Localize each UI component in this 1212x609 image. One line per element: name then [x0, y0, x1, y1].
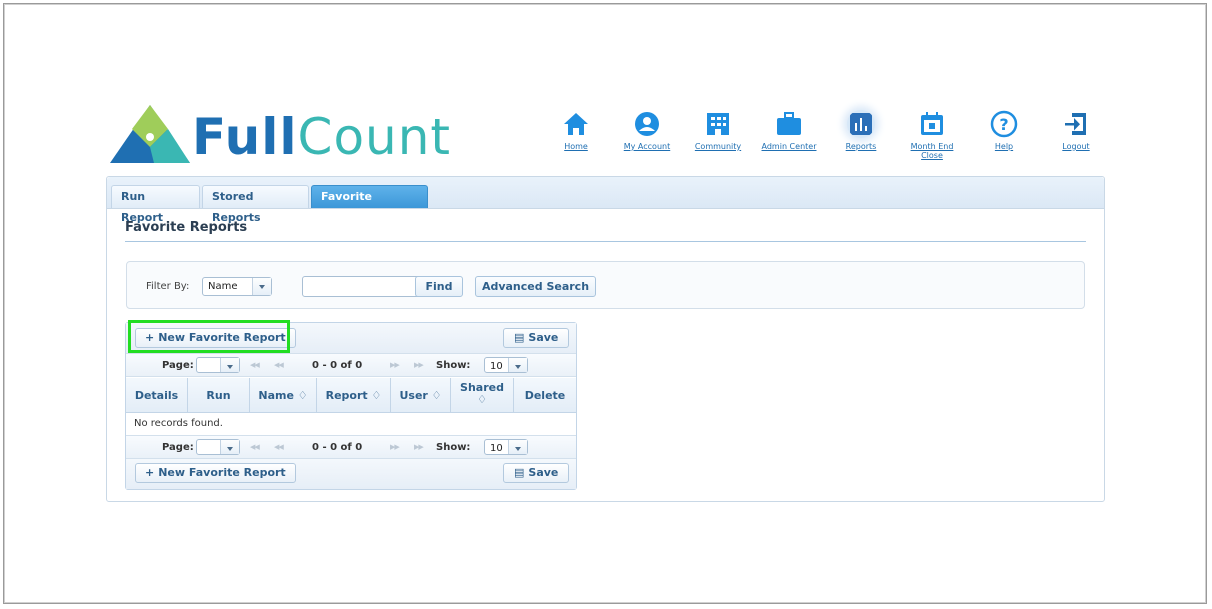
question-icon: ?	[990, 110, 1018, 138]
col-user[interactable]: User ♢	[391, 378, 451, 413]
logo-house-icon	[110, 105, 190, 163]
advanced-search-button[interactable]: Advanced Search	[475, 276, 596, 297]
building-icon	[707, 113, 729, 135]
nav-reports[interactable]: Reports	[843, 110, 879, 151]
tab-favorite-reports[interactable]: Favorite Reports	[311, 185, 428, 224]
grid-pager-top: Page: ◀◀ ◀◀ 0 - 0 of 0 ▶▶ ▶▶ Show: 10	[126, 353, 576, 377]
last-page-icon[interactable]: ▶▶	[414, 443, 424, 451]
svg-text:?: ?	[999, 115, 1008, 134]
filter-bar: Filter By: Name Find Advanced Search	[126, 261, 1085, 309]
nav-community[interactable]: Community	[694, 110, 742, 151]
page-title: Favorite Reports	[125, 220, 248, 235]
new-favorite-report-button[interactable]: + New Favorite Report	[135, 328, 296, 348]
col-shared[interactable]: Shared ♢	[451, 378, 514, 413]
show-label: Show:	[436, 360, 471, 371]
nav-home[interactable]: Home	[562, 110, 590, 151]
chevron-down-icon	[508, 440, 527, 454]
show-label: Show:	[436, 442, 471, 453]
home-icon	[564, 113, 588, 135]
chevron-down-icon	[252, 278, 271, 295]
tab-stored-reports[interactable]: Stored Reports	[202, 185, 309, 224]
filter-input[interactable]	[302, 276, 424, 297]
tab-bar: Run Report Stored Reports Favorite Repor…	[107, 177, 1104, 224]
filter-label: Filter By:	[146, 281, 190, 292]
chevron-down-icon	[220, 440, 239, 454]
page-label: Page:	[162, 442, 194, 453]
next-page-icon[interactable]: ▶▶	[390, 361, 400, 369]
first-page-icon[interactable]: ◀◀	[250, 361, 260, 369]
user-circle-icon	[635, 112, 659, 136]
pager-info: 0 - 0 of 0	[312, 360, 363, 371]
reports-panel: Run Report Stored Reports Favorite Repor…	[106, 176, 1105, 502]
col-run[interactable]: Run	[188, 378, 250, 413]
logout-icon	[1065, 113, 1086, 135]
favorite-reports-grid: + New Favorite Report ▤ Save Page: ◀◀ ◀◀ 0…	[125, 322, 577, 490]
empty-message: No records found.	[134, 418, 223, 429]
next-page-icon[interactable]: ▶▶	[390, 443, 400, 451]
new-favorite-report-button-bottom[interactable]: + New Favorite Report	[135, 463, 296, 483]
fullcount-logo[interactable]: FullCount	[110, 103, 450, 167]
calendar-icon	[921, 112, 943, 135]
find-button[interactable]: Find	[415, 276, 463, 297]
page-label: Page:	[162, 360, 194, 371]
first-page-icon[interactable]: ◀◀	[250, 443, 260, 451]
nav-admin-center[interactable]: Admin Center	[760, 110, 818, 151]
page-size-select[interactable]: 10	[484, 439, 528, 455]
col-report[interactable]: Report ♢	[317, 378, 391, 413]
bar-chart-icon	[847, 110, 875, 138]
save-button[interactable]: ▤ Save	[503, 328, 570, 348]
page-select[interactable]	[196, 357, 240, 373]
filter-by-select[interactable]: Name	[202, 277, 272, 296]
nav-help[interactable]: ? Help	[990, 110, 1018, 151]
prev-page-icon[interactable]: ◀◀	[274, 361, 284, 369]
floppy-disk-icon: ▤	[514, 331, 525, 344]
page-select[interactable]	[196, 439, 240, 455]
col-name[interactable]: Name ♢	[250, 378, 317, 413]
chevron-down-icon	[508, 358, 527, 372]
logo-wordmark: FullCount	[192, 108, 452, 166]
plus-icon: +	[145, 466, 155, 479]
chevron-down-icon	[220, 358, 239, 372]
tab-run-report[interactable]: Run Report	[111, 185, 200, 224]
pager-info: 0 - 0 of 0	[312, 442, 363, 453]
grid-pager-bottom: Page: ◀◀ ◀◀ 0 - 0 of 0 ▶▶ ▶▶ Show: 10	[126, 435, 576, 459]
floppy-disk-icon: ▤	[514, 466, 525, 479]
grid-bottom-toolbar: + New Favorite Report ▤ Save	[126, 459, 576, 489]
nav-month-end-close[interactable]: Month End Close	[908, 110, 956, 160]
grid-column-headers: Details Run Name ♢ Report ♢ User ♢ Share…	[126, 378, 576, 413]
prev-page-icon[interactable]: ◀◀	[274, 443, 284, 451]
page-size-select[interactable]: 10	[484, 357, 528, 373]
title-divider	[125, 241, 1086, 242]
plus-icon: +	[145, 331, 155, 344]
grid-top-toolbar: + New Favorite Report ▤ Save	[126, 323, 576, 353]
col-details[interactable]: Details	[126, 378, 188, 413]
col-delete: Delete	[524, 389, 566, 402]
save-button-bottom[interactable]: ▤ Save	[503, 463, 570, 483]
nav-my-account[interactable]: My Account	[622, 110, 672, 151]
briefcase-icon	[777, 112, 801, 135]
last-page-icon[interactable]: ▶▶	[414, 361, 424, 369]
nav-logout[interactable]: Logout	[1060, 110, 1092, 151]
